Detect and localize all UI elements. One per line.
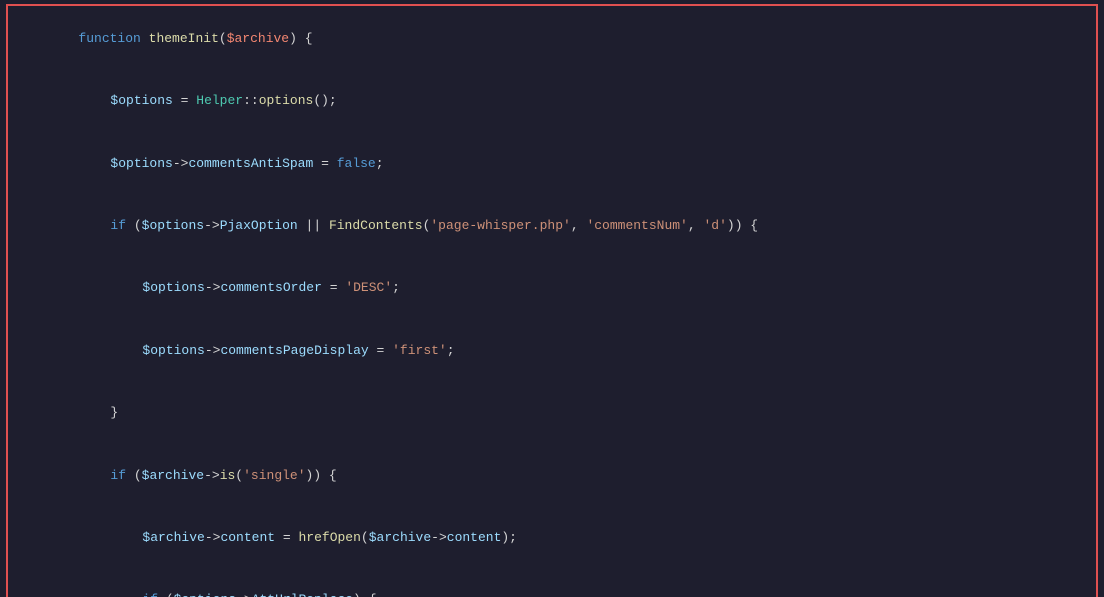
code-line-10: if ($options->AttUrlReplace) {	[8, 570, 1096, 597]
code-container: function themeInit($archive) { $options …	[0, 0, 1104, 597]
code-line-4: if ($options->PjaxOption || FindContents…	[8, 195, 1096, 257]
code-line-9: $archive->content = hrefOpen($archive->c…	[8, 507, 1096, 569]
code-line-8: if ($archive->is('single')) {	[8, 445, 1096, 507]
top-code-block: function themeInit($archive) { $options …	[6, 4, 1098, 597]
code-line-1: function themeInit($archive) {	[8, 8, 1096, 70]
code-line-5: $options->commentsOrder = 'DESC';	[8, 258, 1096, 320]
code-line-3: $options->commentsAntiSpam = false;	[8, 133, 1096, 195]
code-line-7: }	[8, 382, 1096, 444]
code-line-2: $options = Helper::options();	[8, 70, 1096, 132]
code-line-6: $options->commentsPageDisplay = 'first';	[8, 320, 1096, 382]
